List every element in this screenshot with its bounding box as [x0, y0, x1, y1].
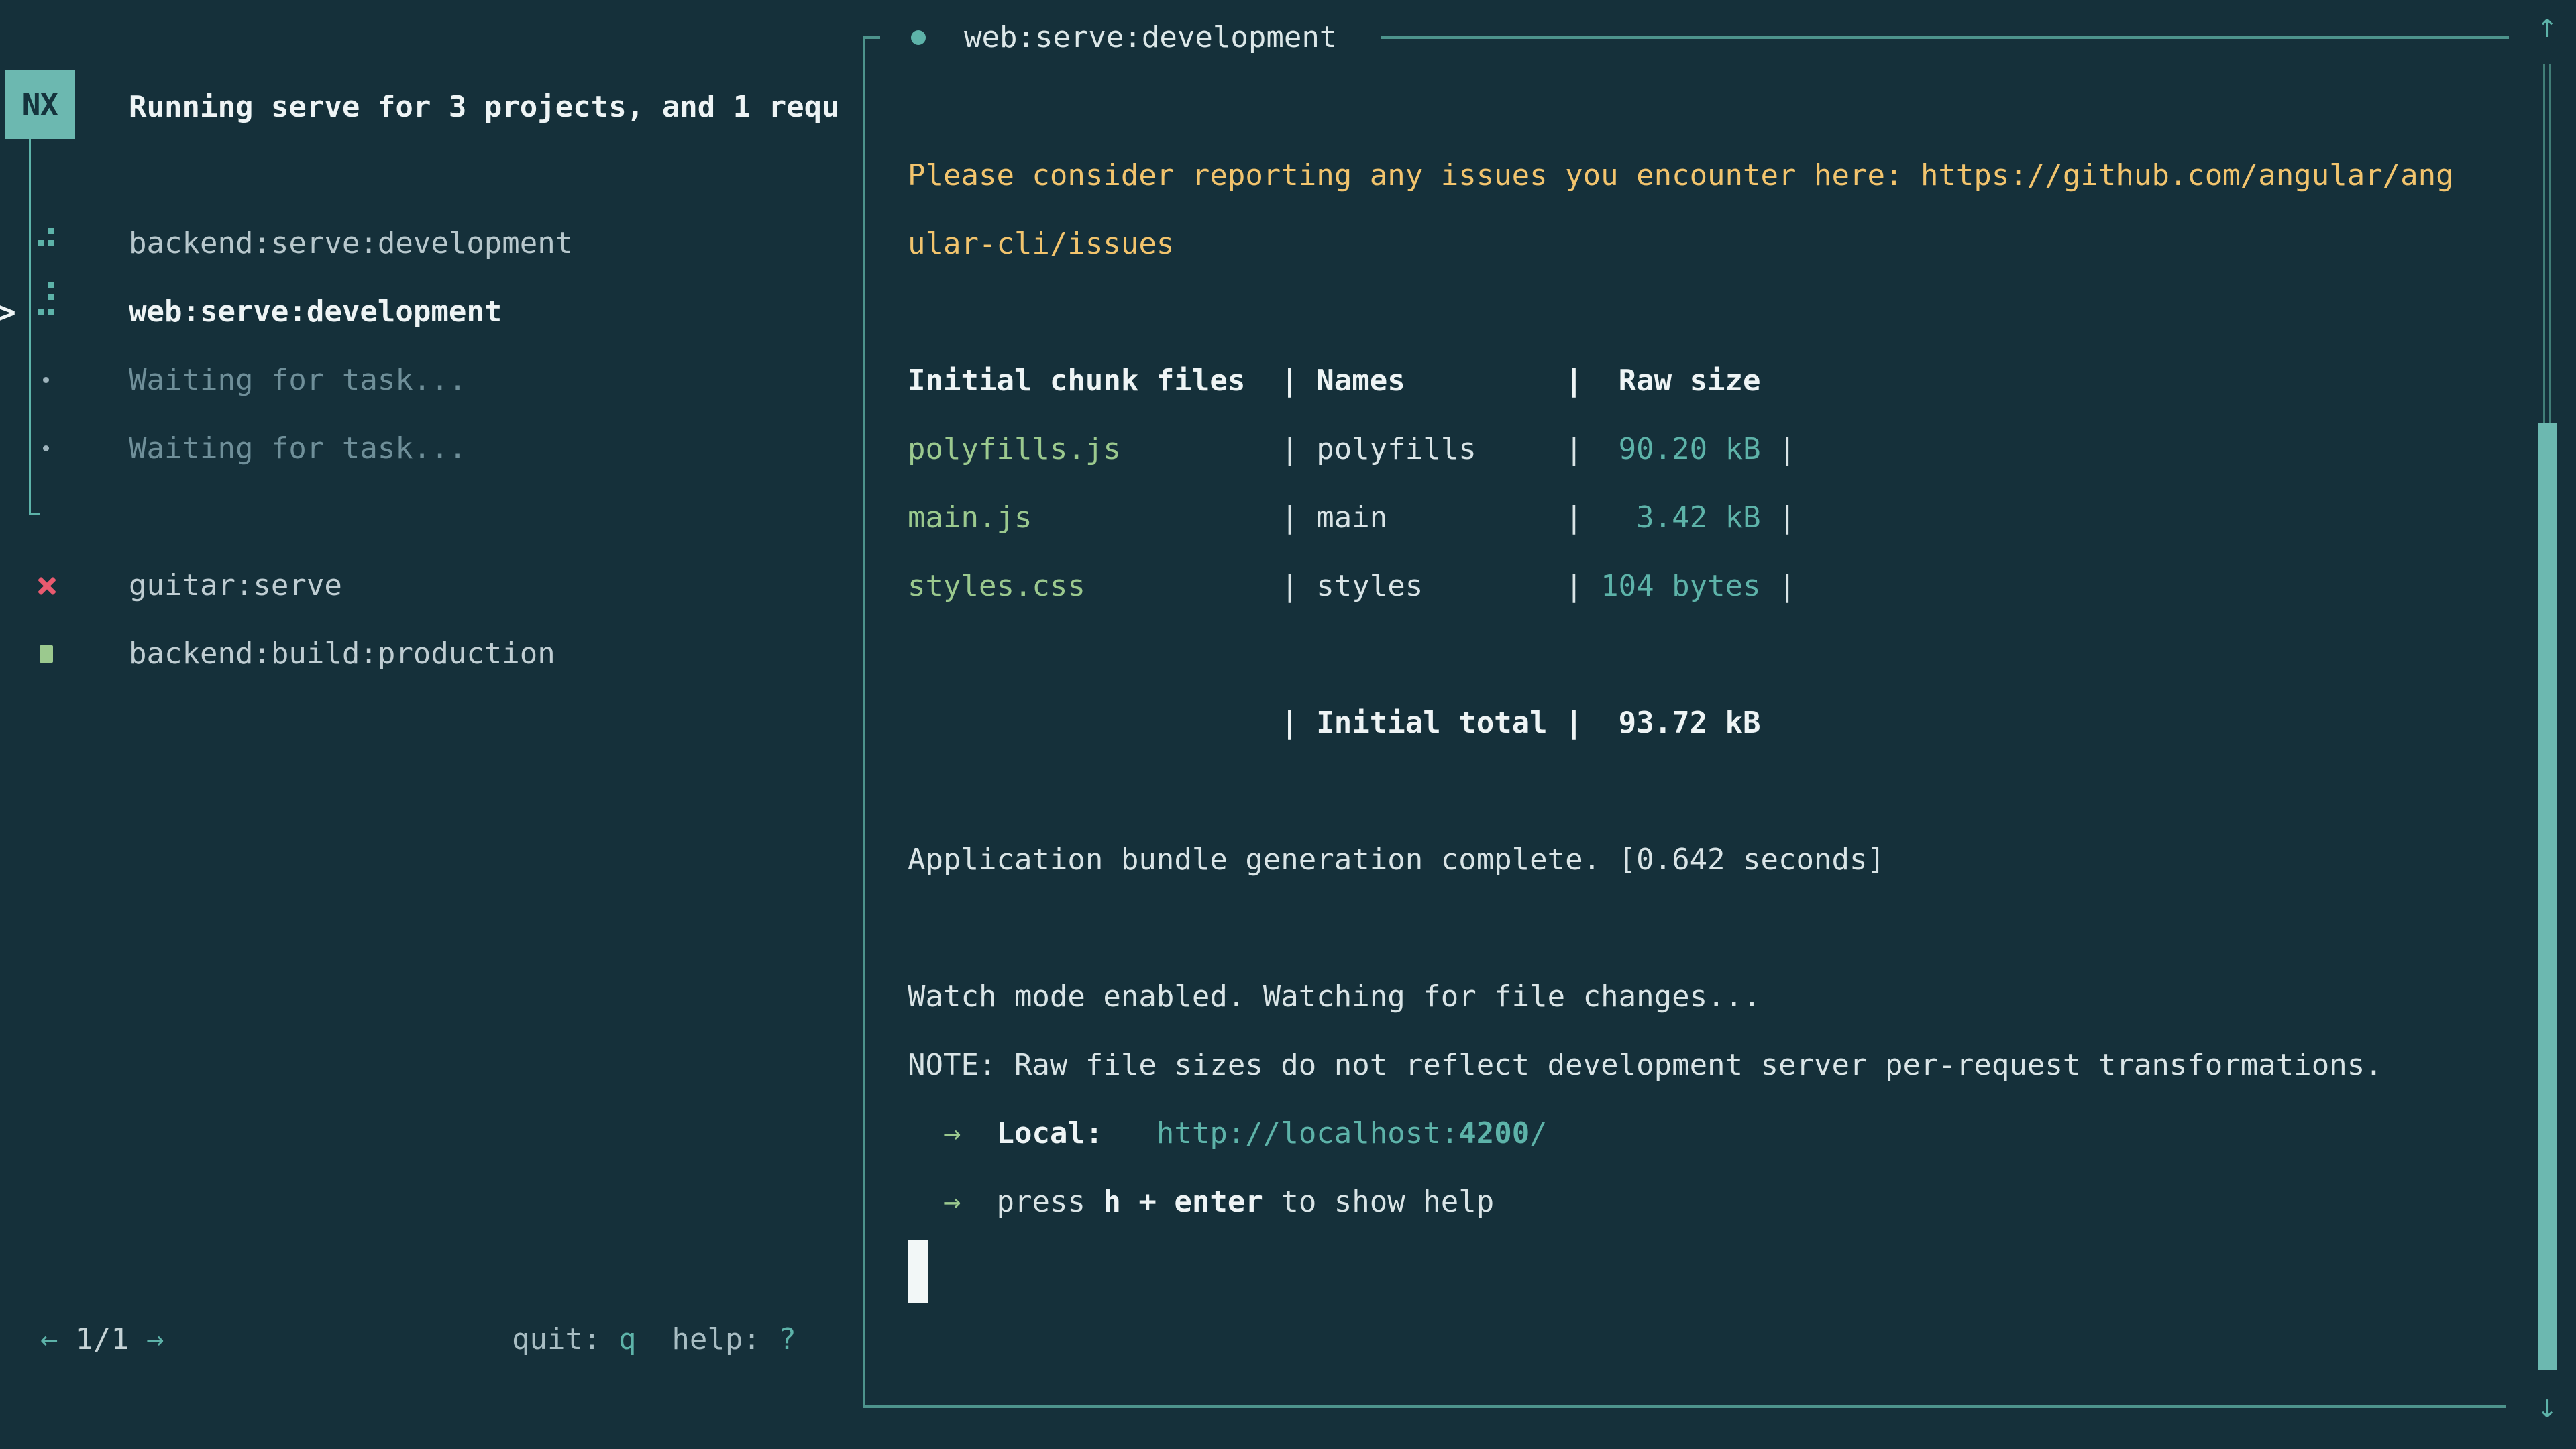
prompt-arrow-icon: → — [943, 1116, 961, 1150]
terminal-text: ular-cli/issues — [908, 227, 1174, 261]
terminal-text: polyfills.js — [908, 432, 1281, 466]
running-status-dot-icon — [911, 30, 926, 45]
page-indicator: 1/1 — [76, 1322, 129, 1356]
hint-key: q — [619, 1322, 637, 1356]
task-label: guitar:serve — [129, 551, 342, 620]
task-list: backend:serve:developmentweb:serve:devel… — [0, 209, 863, 688]
terminal-text: Watch mode enabled. Watching for file ch… — [908, 979, 1761, 1014]
terminal-line: Application bundle generation complete. … — [908, 826, 2510, 894]
terminal-line: → Local: http://localhost:4200/ — [908, 1099, 2510, 1168]
task-item[interactable]: web:serve:development — [0, 278, 863, 346]
panel-border-segment — [1381, 36, 2509, 39]
terminal-text: NOTE: Raw file sizes do not reflect deve… — [908, 1048, 2383, 1082]
terminal-text: | — [1281, 569, 1316, 603]
terminal-text: styles — [1316, 569, 1565, 603]
terminal-text: 3.42 kB — [1583, 500, 1761, 535]
terminal-line: styles.css | styles | 104 bytes | — [908, 552, 2510, 621]
terminal-text: styles.css — [908, 569, 1281, 603]
terminal-text: h + enter — [1103, 1185, 1263, 1219]
terminal-line — [908, 621, 2510, 689]
task-item[interactable]: Waiting for task... — [0, 415, 863, 483]
local-url-port[interactable]: 4200 — [1458, 1116, 1529, 1150]
terminal-line: → press h + enter to show help — [908, 1168, 2510, 1236]
hint-key: ? — [778, 1322, 796, 1356]
pagination: ← 1/1 → — [40, 1305, 164, 1374]
terminal-text: main — [1316, 500, 1565, 535]
terminal-line: polyfills.js | polyfills | 90.20 kB | — [908, 415, 2510, 484]
terminal-line: | Initial total | 93.72 kB — [908, 689, 2510, 757]
task-label: Waiting for task... — [129, 415, 466, 483]
terminal-line — [908, 1236, 2510, 1305]
terminal-text: to show help — [1263, 1185, 1494, 1219]
terminal-text — [908, 1116, 943, 1150]
local-url-slash[interactable]: / — [1529, 1116, 1548, 1150]
task-item[interactable]: backend:build:production — [0, 620, 863, 688]
sidebar-header-title: Running serve for 3 projects, and 1 requ — [129, 73, 840, 142]
prompt-arrow-icon: → — [943, 1185, 961, 1219]
task-label: web:serve:development — [129, 278, 502, 346]
panel-left-border — [863, 36, 865, 1408]
scroll-down-arrow-icon[interactable]: ↓ — [2530, 1381, 2565, 1432]
task-item[interactable]: guitar:serve — [0, 551, 863, 620]
scrollbar-track[interactable] — [2543, 64, 2551, 423]
terminal-text: polyfills — [1316, 432, 1565, 466]
terminal-text: | — [1761, 569, 1796, 603]
nx-logo-badge: NX — [5, 70, 75, 139]
terminal-text: | — [1761, 500, 1796, 535]
terminal-text: | — [1565, 500, 1583, 535]
local-url-link[interactable]: http://localhost: — [1157, 1116, 1458, 1150]
terminal-text: 90.20 kB — [1583, 432, 1761, 466]
terminal-text: | — [1565, 569, 1583, 603]
terminal-line — [908, 757, 2510, 826]
terminal-text: 104 bytes — [1583, 569, 1761, 603]
task-item[interactable]: backend:serve:development — [0, 209, 863, 278]
terminal-cursor — [908, 1240, 928, 1303]
terminal-text: Initial chunk files | Names | Raw size — [908, 364, 1761, 398]
terminal-text — [908, 706, 1281, 740]
terminal-line: Please consider reporting any issues you… — [908, 142, 2510, 210]
terminal-text: press — [996, 1185, 1103, 1219]
task-label: Waiting for task... — [129, 346, 466, 415]
panel-top-border: web:serve:development — [863, 24, 2509, 51]
terminal-text: | — [1761, 432, 1796, 466]
panel-title: web:serve:development — [964, 24, 1337, 51]
keyboard-hints: quit: q help: ? — [512, 1305, 796, 1374]
task-list-spacer — [0, 483, 863, 551]
terminal-line: Initial chunk files | Names | Raw size — [908, 347, 2510, 415]
terminal-line: ular-cli/issues — [908, 210, 2510, 278]
terminal-text: Application bundle generation complete. … — [908, 843, 1885, 877]
hint-label: help: — [636, 1322, 778, 1356]
terminal-text: | — [1281, 500, 1316, 535]
terminal-text: | Initial total | 93.72 kB — [1281, 706, 1760, 740]
terminal-text: | — [1565, 432, 1583, 466]
terminal-output: Please consider reporting any issues you… — [908, 142, 2510, 1305]
task-label: backend:serve:development — [129, 209, 573, 278]
page-next-arrow[interactable]: → — [146, 1322, 164, 1356]
hint-label: quit: — [512, 1322, 619, 1356]
panel-bottom-border — [863, 1405, 2506, 1408]
task-label: backend:build:production — [129, 620, 555, 688]
terminal-text — [961, 1185, 996, 1219]
scroll-up-arrow-icon[interactable]: ↑ — [2530, 0, 2565, 51]
scrollbar-thumb[interactable] — [2538, 423, 2557, 1370]
terminal-text: main.js — [908, 500, 1281, 535]
terminal-line: main.js | main | 3.42 kB | — [908, 484, 2510, 552]
terminal-text — [961, 1116, 996, 1150]
page-prev-arrow[interactable]: ← — [40, 1322, 58, 1356]
terminal-line — [908, 894, 2510, 963]
terminal-text: Local: — [996, 1116, 1103, 1150]
terminal-text — [1103, 1116, 1156, 1150]
terminal-line: NOTE: Raw file sizes do not reflect deve… — [908, 1031, 2510, 1099]
terminal-text — [908, 1185, 943, 1219]
terminal-text: | — [1281, 432, 1316, 466]
task-item[interactable]: Waiting for task... — [0, 346, 863, 415]
terminal-line: Watch mode enabled. Watching for file ch… — [908, 963, 2510, 1031]
terminal-text: Please consider reporting any issues you… — [908, 158, 2454, 193]
terminal-line — [908, 278, 2510, 347]
